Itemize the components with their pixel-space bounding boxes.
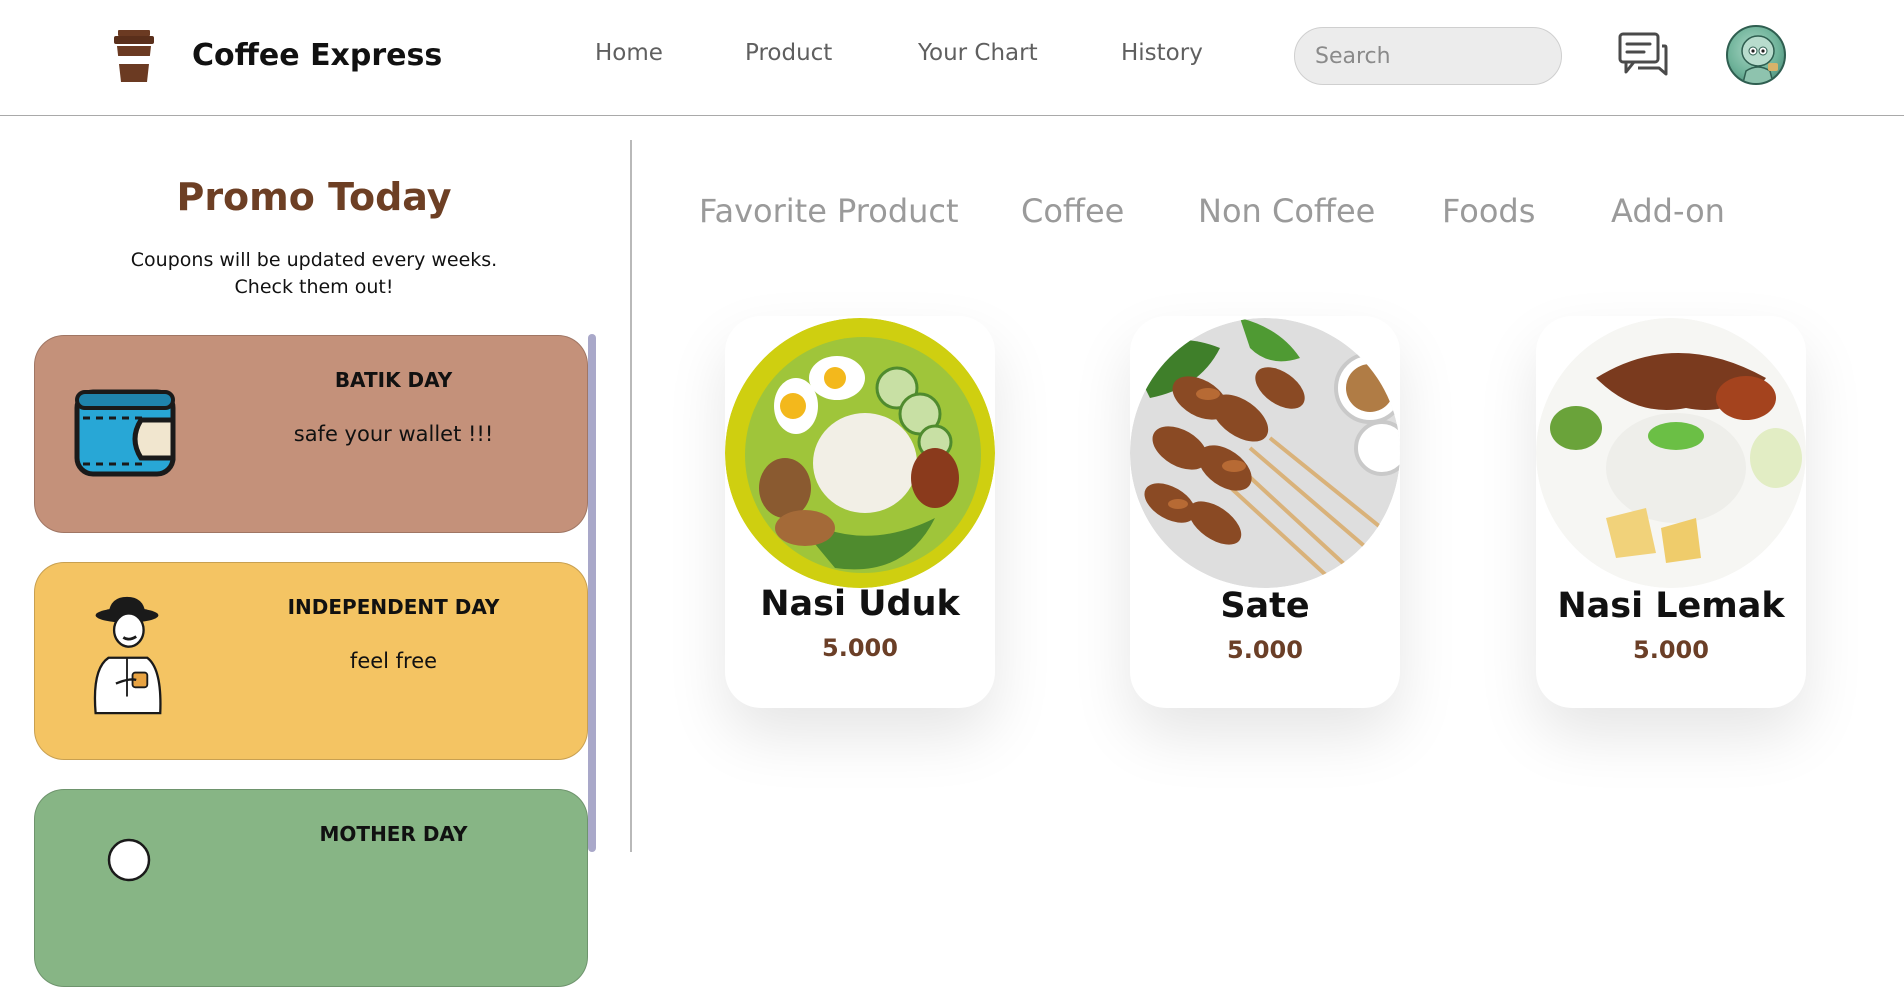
coffee-cup-icon[interactable] [110, 30, 158, 82]
promo-title: Promo Today [176, 175, 452, 219]
coupon-description: safe your wallet !!! [293, 422, 494, 446]
search-input[interactable] [1294, 27, 1562, 85]
nav-home[interactable]: Home [595, 40, 663, 66]
product-card-nasi-lemak[interactable]: Nasi Lemak 5.000 [1536, 316, 1806, 708]
coupon-description: feel free [349, 649, 438, 673]
nasi-uduk-image [725, 318, 995, 588]
promo-subtitle-line-2: Check them out! [234, 276, 394, 298]
product-price: 5.000 [1633, 636, 1709, 664]
tab-coffee[interactable]: Coffee [1021, 192, 1124, 230]
product-price: 5.000 [822, 634, 898, 662]
product-name: Nasi Lemak [1557, 586, 1785, 626]
promo-subtitle-line-1: Coupons will be updated every weeks. [130, 249, 498, 271]
chat-icon[interactable] [1618, 32, 1668, 78]
product-name: Nasi Uduk [760, 584, 960, 624]
man-with-coffee-icon [93, 596, 162, 715]
woman-icon [107, 838, 151, 882]
coupon-card-mother-day[interactable]: MOTHER DAY [34, 789, 588, 987]
product-card-nasi-uduk[interactable]: Nasi Uduk 5.000 [725, 316, 995, 708]
user-avatar[interactable] [1726, 25, 1786, 85]
brand-name[interactable]: Coffee Express [192, 38, 442, 73]
promo-subtitle: Coupons will be updated every weeks. Che… [0, 247, 628, 301]
tab-foods[interactable]: Foods [1442, 192, 1535, 230]
product-name: Sate [1220, 586, 1310, 626]
tab-non-coffee[interactable]: Non Coffee [1198, 192, 1375, 230]
sidebar-divider [630, 140, 632, 852]
product-card-sate[interactable]: Sate 5.000 [1130, 316, 1400, 708]
wallet-icon [74, 389, 176, 477]
nasi-lemak-image [1536, 318, 1806, 588]
top-navbar: Coffee Express Home Product Your Chart H… [0, 0, 1904, 116]
nav-your-chart[interactable]: Your Chart [918, 40, 1038, 66]
coupon-title: INDEPENDENT DAY [287, 595, 500, 619]
coupon-card-independent-day[interactable]: INDEPENDENT DAY feel free [34, 562, 588, 760]
nav-product[interactable]: Product [745, 40, 832, 66]
avatar-image [1741, 35, 1778, 83]
nav-history[interactable]: History [1121, 40, 1203, 66]
coupon-title: MOTHER DAY [319, 822, 468, 846]
product-price: 5.000 [1227, 636, 1303, 664]
tab-add-on[interactable]: Add-on [1611, 192, 1725, 230]
tab-favorite-product[interactable]: Favorite Product [699, 192, 959, 230]
coupon-card-batik-day[interactable]: BATIK DAY safe your wallet !!! [34, 335, 588, 533]
sate-image [1130, 318, 1400, 588]
sidebar-scrollbar[interactable] [588, 334, 596, 852]
coupon-title: BATIK DAY [334, 368, 453, 392]
